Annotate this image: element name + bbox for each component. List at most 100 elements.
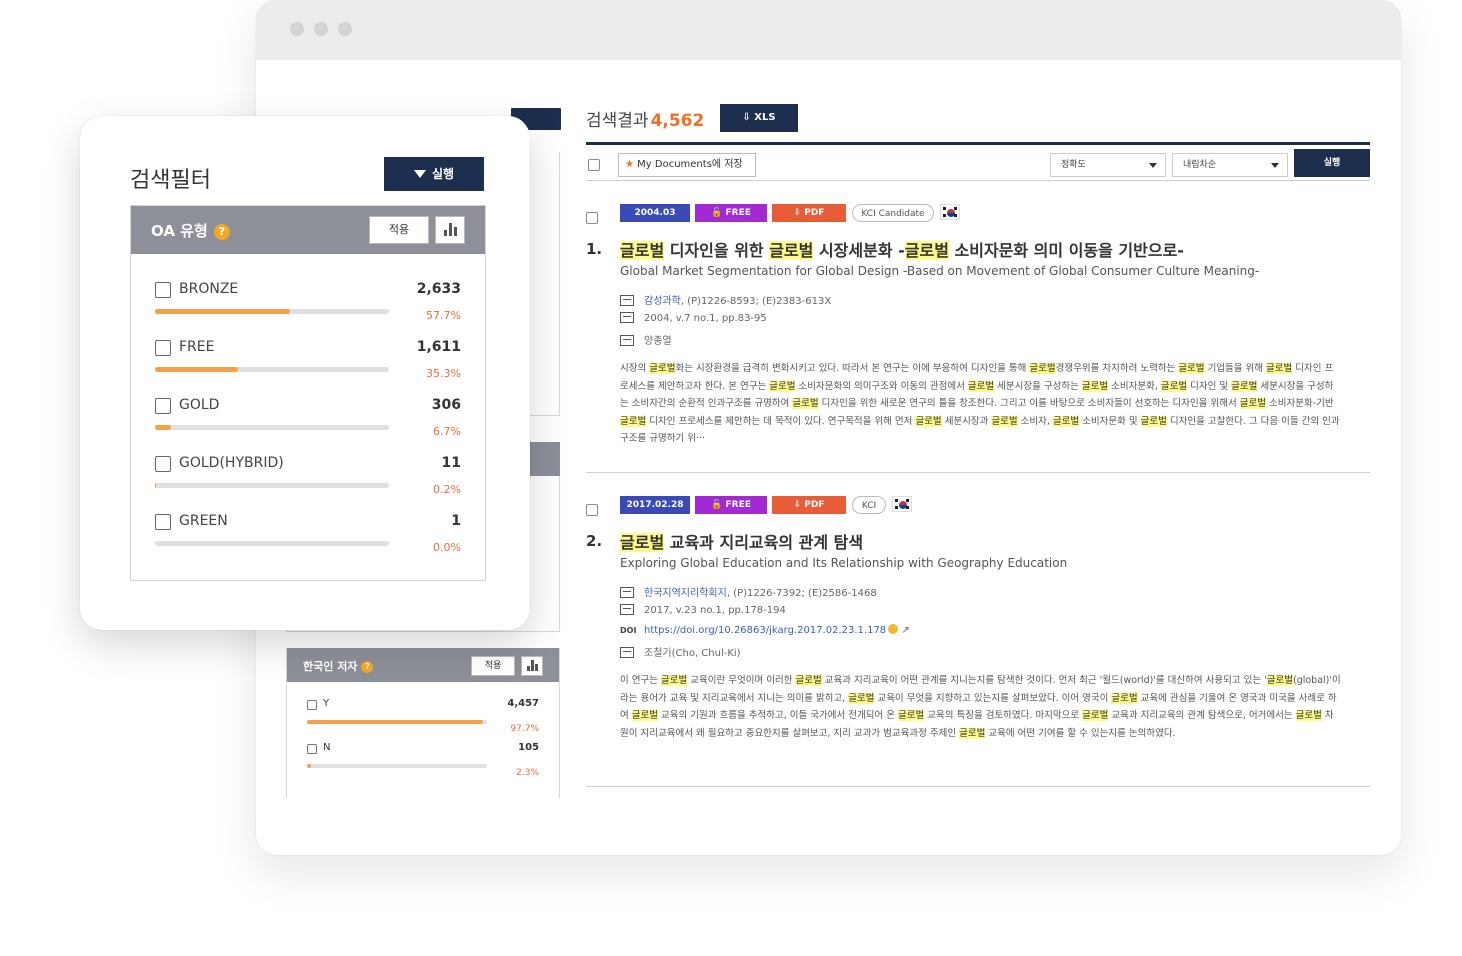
result-number: 1. xyxy=(586,240,603,258)
ratio-bar xyxy=(155,367,389,372)
keyword-highlight: 글로벌 xyxy=(1239,398,1267,409)
checkbox[interactable] xyxy=(155,456,171,472)
keyword-highlight: 글로벌 xyxy=(769,380,796,392)
checkbox[interactable] xyxy=(307,744,317,754)
text-segment: 교육의 특징을 검토하였다. 마지막으로 xyxy=(924,710,1083,721)
ratio-bar xyxy=(155,541,389,546)
select-all-checkbox[interactable] xyxy=(588,159,600,171)
bar-chart-icon[interactable] xyxy=(521,656,543,676)
keyword-highlight: 글로벌 xyxy=(620,241,665,260)
results-label: 검색결과 xyxy=(586,111,649,131)
text-segment: 경쟁우위를 차지하려 노력하는 xyxy=(1055,363,1179,374)
browser-title-bar xyxy=(256,0,1401,60)
keyword-highlight: 글로벌 xyxy=(959,727,986,739)
checkbox[interactable] xyxy=(155,398,171,414)
checkbox[interactable] xyxy=(155,514,171,530)
doi-link[interactable]: https://doi.org/10.26863/jkarg.2017.02.2… xyxy=(644,625,886,636)
item-count: 1,611 xyxy=(416,339,461,355)
item-label: GOLD xyxy=(179,397,220,413)
author-line: 조철기(Cho, Chul-Ki) xyxy=(620,644,741,659)
item-percent: 0.0% xyxy=(433,541,461,554)
author-name[interactable]: 양종열 xyxy=(644,336,672,347)
text-segment: 화는 시장환경을 급격히 변화시키고 있다. 따라서 본 연구는 이에 부응하여… xyxy=(675,363,1030,374)
keyword-highlight: 글로벌 xyxy=(1081,380,1109,392)
window-dot-icon xyxy=(338,22,352,36)
result-title[interactable]: 글로벌 교육과 지리교육의 관계 탐색 xyxy=(620,529,863,553)
result-item: 2004.03 🔓 FREE ⇩ PDF KCI Candidate 1. 글로… xyxy=(586,184,1370,474)
item-percent: 2.3% xyxy=(516,768,539,778)
keyword-highlight: 글로벌 xyxy=(1140,415,1167,427)
result-abstract: 시장의 글로벌 화는 시장환경을 급격히 변화시키고 있다. 따라서 본 연구는 … xyxy=(620,360,1342,448)
author-name[interactable]: 조철기(Cho, Chul-Ki) xyxy=(644,648,741,659)
text-segment: 소비자분화, xyxy=(1108,380,1161,392)
doi-line: DOI https://doi.org/10.26863/jkarg.2017.0… xyxy=(620,624,910,636)
oa-apply-button[interactable]: 적용 xyxy=(369,216,429,244)
oa-item-gold-hybrid[interactable]: GOLD(HYBRID) 11 0.2% xyxy=(155,454,461,512)
funnel-icon xyxy=(413,170,426,178)
checkbox[interactable] xyxy=(307,700,317,710)
keyword-highlight: 글로벌 xyxy=(620,533,665,552)
volume-line: 2017, v.23 no.1, pp.178-194 xyxy=(620,604,786,616)
oa-item-gold[interactable]: GOLD 306 6.7% xyxy=(155,396,461,454)
sort-apply-button[interactable]: 실행 xyxy=(1294,149,1370,177)
ratio-bar-fill xyxy=(307,764,312,768)
oa-item-bronze[interactable]: BRONZE 2,633 57.7% xyxy=(155,280,461,338)
result-separator xyxy=(586,472,1370,473)
korean-author-header: 한국인 저자? 적용 xyxy=(287,648,559,682)
star-icon: ★ xyxy=(625,159,638,170)
result-item: 2017.02.28 🔓 FREE ⇩ PDF KCI 2. 글로벌 교육과 지… xyxy=(586,476,1370,786)
result-checkbox[interactable] xyxy=(586,504,598,516)
text-segment: 시장의 xyxy=(620,363,650,374)
keyword-highlight: 글로벌 xyxy=(769,241,814,260)
result-title[interactable]: 글로벌 디자인을 위한 글로벌 시장세분화 -글로벌 소비자문화 의미 이동을 … xyxy=(620,237,1184,261)
pdf-badge[interactable]: ⇩ PDF xyxy=(772,204,846,222)
filter-apply-button[interactable]: 실행 xyxy=(384,157,484,191)
bar-chart-icon[interactable] xyxy=(435,216,465,244)
journal-link[interactable]: 감성과학 xyxy=(644,296,681,307)
pdf-badge[interactable]: ⇩ PDF xyxy=(772,496,846,514)
text-segment: 이 연구는 xyxy=(620,675,661,686)
keyword-highlight: 글로벌 xyxy=(1160,380,1188,392)
journal-link[interactable]: 한국지역지리학회지 xyxy=(644,588,727,599)
text-segment: 세분시장을 구성하는 xyxy=(994,380,1082,392)
result-checkbox[interactable] xyxy=(586,212,598,224)
help-icon[interactable]: ? xyxy=(361,661,374,673)
journal-icon xyxy=(620,587,634,598)
external-link-icon[interactable]: ↗ xyxy=(901,625,909,636)
korean-author-item-n[interactable]: N 105 2.3% xyxy=(307,742,541,784)
order-select[interactable]: 내림차순 xyxy=(1172,153,1288,177)
oa-item-free[interactable]: FREE 1,611 35.3% xyxy=(155,338,461,396)
keyword-highlight: 글로벌 xyxy=(915,415,942,427)
sort-select[interactable]: 정확도 xyxy=(1050,153,1166,177)
oa-item-green[interactable]: GREEN 1 0.0% xyxy=(155,512,461,570)
checkbox[interactable] xyxy=(155,282,171,298)
free-badge[interactable]: 🔓 FREE xyxy=(695,204,767,222)
results-toolbar: ★ My Documents에 저장 정확도 내림차순 실행 xyxy=(586,149,1370,181)
results-divider xyxy=(586,142,1370,145)
keyword-highlight: 글로벌 xyxy=(848,692,875,704)
volume-line: 2004, v.7 no.1, pp.83-95 xyxy=(620,312,767,324)
result-title-english: Global Market Segmentation for Global De… xyxy=(620,264,1260,278)
keyword-highlight: 글로벌 xyxy=(1111,692,1138,704)
search-filter-card: 검색필터 실행 OA 유형? 적용 BRONZE 2,633 57.7% FRE… xyxy=(80,116,530,630)
text-segment: 디자인을 위한 xyxy=(664,241,770,260)
korean-author-item-y[interactable]: Y 4,457 97.7% xyxy=(307,698,541,740)
xls-download-button[interactable]: ⇩ XLS xyxy=(720,104,798,132)
save-my-documents-button[interactable]: ★ My Documents에 저장 xyxy=(618,153,756,177)
free-badge[interactable]: 🔓 FREE xyxy=(695,496,767,514)
item-percent: 0.2% xyxy=(433,483,461,496)
calendar-icon xyxy=(620,312,634,323)
text-segment: 교육과 지리교육의 관계 탐색 xyxy=(664,533,864,552)
help-icon[interactable]: ? xyxy=(213,224,230,240)
korean-author-apply-button[interactable]: 적용 xyxy=(471,656,515,676)
checkbox[interactable] xyxy=(155,340,171,356)
item-count: 1 xyxy=(451,513,461,529)
text-segment: 교육의 기원과 흐름을 추적하고, 이들 국가에서 전개되어 온 xyxy=(658,710,898,721)
item-percent: 35.3% xyxy=(426,367,461,380)
keyword-highlight: 글로벌 xyxy=(991,415,1018,427)
result-abstract: 이 연구는 글로벌 교육이란 무엇이며 이러한 글로벌 교육과 지리교육이 어떤… xyxy=(620,672,1342,742)
text-segment: 교육과 지리교육이 어떤 관계를 지니는지를 탐색한 것이다. 먼저 최근 '월… xyxy=(821,675,1267,686)
keyword-highlight: 글로벌 xyxy=(620,415,647,427)
keyword-highlight: 글로벌 xyxy=(795,675,822,686)
author-icon xyxy=(620,335,634,346)
